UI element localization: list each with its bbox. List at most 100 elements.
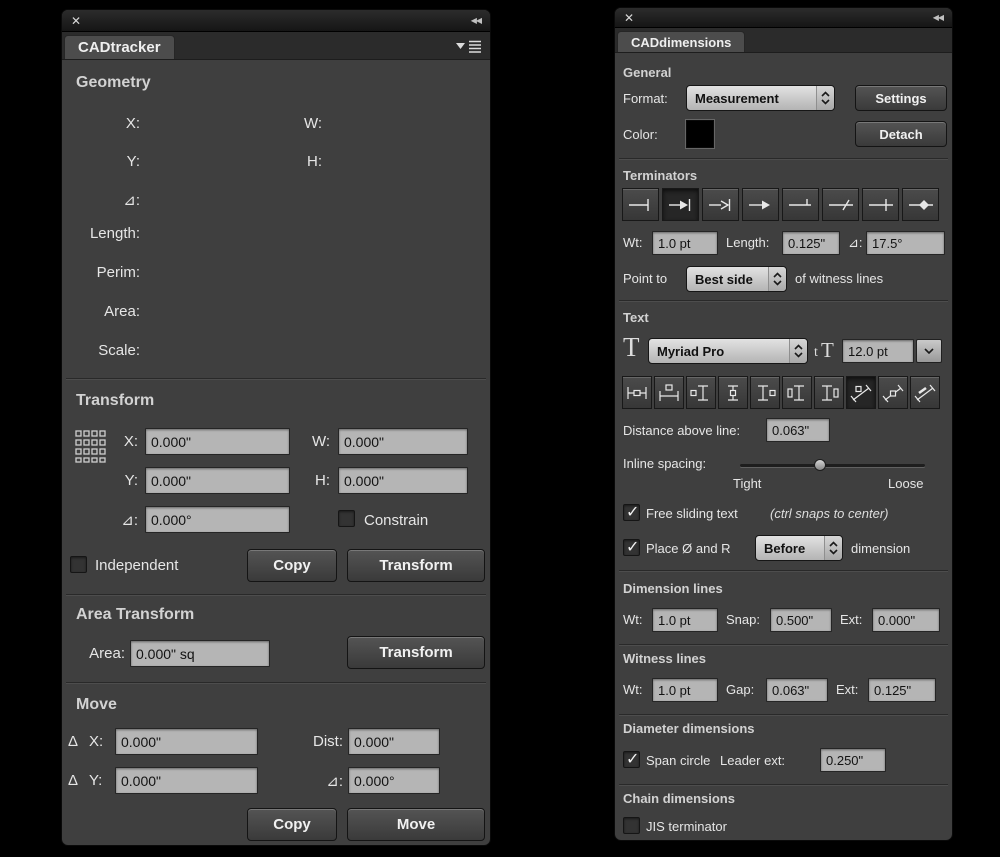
slider-track[interactable] — [740, 464, 925, 467]
format-dropdown[interactable]: Measurement — [686, 85, 835, 111]
text-position-vertical-center-button[interactable] — [718, 376, 748, 409]
area-input[interactable] — [130, 640, 270, 667]
move-dist-label: Dist: — [313, 733, 343, 750]
witness-gap-input[interactable] — [766, 678, 828, 702]
transform-copy-button[interactable]: Copy — [247, 549, 337, 582]
text-position-diagonal-aligned-button[interactable] — [910, 376, 940, 409]
tab-cadtracker[interactable]: CADtracker — [64, 35, 175, 59]
distance-above-line-input[interactable] — [766, 418, 830, 442]
text-position-horizontal-above-button[interactable] — [654, 376, 684, 409]
transform-w-input[interactable] — [338, 428, 468, 455]
point-to-label: Point to — [623, 271, 667, 286]
area-transform-button[interactable]: Transform — [347, 636, 485, 669]
transform-apply-button[interactable]: Transform — [347, 549, 485, 582]
jis-terminator-label: JIS terminator — [646, 819, 727, 834]
font-size-input[interactable] — [842, 339, 914, 363]
dropdown-stepper-icon — [816, 86, 834, 110]
font-dropdown[interactable]: Myriad Pro — [648, 338, 808, 364]
settings-button[interactable]: Settings — [855, 85, 947, 111]
move-dist-input[interactable] — [348, 728, 440, 755]
move-copy-button[interactable]: Copy — [247, 808, 337, 841]
independent-label: Independent — [95, 557, 178, 574]
transform-h-input[interactable] — [338, 467, 468, 494]
transform-x-label: X: — [124, 433, 138, 450]
geometry-section-title: Geometry — [76, 74, 151, 92]
close-icon[interactable]: ✕ — [71, 15, 81, 27]
jis-terminator-checkbox[interactable] — [623, 817, 640, 834]
text-position-diagonal-above-button[interactable] — [846, 376, 876, 409]
area-transform-section-title: Area Transform — [76, 606, 194, 624]
dimension-ext-input[interactable] — [872, 608, 940, 632]
move-angle-input[interactable] — [348, 767, 440, 794]
point-to-suffix-label: of witness lines — [795, 271, 883, 286]
terminator-length-input[interactable] — [782, 231, 840, 255]
place-diameter-checkbox[interactable] — [623, 539, 640, 556]
text-position-diagonal-inline-button[interactable] — [878, 376, 908, 409]
independent-checkbox[interactable] — [70, 556, 87, 573]
divider — [619, 714, 948, 715]
delta-icon: Δ — [68, 733, 78, 750]
general-section-title: General — [623, 65, 671, 80]
inline-spacing-slider[interactable] — [740, 458, 925, 472]
color-swatch[interactable] — [686, 120, 714, 148]
terminator-filled-arrow-button[interactable] — [742, 188, 779, 221]
collapse-icon[interactable]: ◀◀ — [933, 14, 943, 22]
text-position-vertical-rotated-left-button[interactable] — [782, 376, 812, 409]
detach-button[interactable]: Detach — [855, 121, 947, 147]
move-button[interactable]: Move — [347, 808, 485, 841]
leader-ext-input[interactable] — [820, 748, 886, 772]
place-diameter-label: Place Ø and R — [646, 541, 731, 556]
inline-spacing-thumb[interactable] — [814, 459, 826, 471]
move-y-input[interactable] — [115, 767, 258, 794]
reference-point-grid-icon[interactable] — [75, 430, 107, 463]
terminator-cross-tick-button[interactable] — [862, 188, 899, 221]
cadtracker-titlebar: ✕ ◀◀ — [62, 10, 490, 32]
terminator-wt-label: Wt: — [623, 235, 643, 250]
leader-ext-label: Leader ext: — [720, 753, 785, 768]
transform-y-input[interactable] — [145, 467, 290, 494]
format-value: Measurement — [695, 91, 779, 106]
tight-label: Tight — [733, 476, 761, 491]
terminator-oblique-tick-button[interactable] — [822, 188, 859, 221]
free-sliding-text-checkbox[interactable] — [623, 504, 640, 521]
span-circle-checkbox[interactable] — [623, 751, 640, 768]
text-position-vertical-rotated-right-button[interactable] — [814, 376, 844, 409]
terminator-open-arrow-to-bar-button[interactable] — [702, 188, 739, 221]
witness-ext-input[interactable] — [868, 678, 936, 702]
move-x-input[interactable] — [115, 728, 258, 755]
witness-wt-input[interactable] — [652, 678, 718, 702]
terminator-filled-arrow-to-bar-button[interactable] — [662, 188, 699, 221]
constrain-checkbox[interactable] — [338, 510, 355, 527]
dropdown-stepper-icon — [789, 339, 807, 363]
terminator-tick-end-button[interactable] — [622, 188, 659, 221]
geometry-perim-label: Perim: — [97, 264, 140, 281]
diameter-dimensions-section-title: Diameter dimensions — [623, 721, 755, 736]
terminator-angle-input[interactable] — [866, 231, 945, 255]
tab-caddimensions[interactable]: CADdimensions — [617, 31, 745, 52]
ctrl-snaps-note: (ctrl snaps to center) — [770, 506, 889, 521]
geometry-y-label: Y: — [127, 153, 140, 170]
point-to-dropdown[interactable]: Best side — [686, 266, 787, 292]
text-section-title: Text — [623, 310, 649, 325]
transform-x-input[interactable] — [145, 428, 290, 455]
collapse-icon[interactable]: ◀◀ — [471, 17, 481, 25]
text-position-vertical-left-button[interactable] — [686, 376, 716, 409]
terminator-diamond-dot-button[interactable] — [902, 188, 939, 221]
font-size-dropdown-button[interactable] — [916, 339, 942, 363]
caddimensions-tabbar: CADdimensions — [615, 28, 952, 53]
dimension-wt-input[interactable] — [652, 608, 718, 632]
terminator-wt-input[interactable] — [652, 231, 718, 255]
terminators-section-title: Terminators — [623, 168, 697, 183]
text-position-vertical-right-button[interactable] — [750, 376, 780, 409]
terminator-half-tick-button[interactable] — [782, 188, 819, 221]
transform-angle-input[interactable] — [145, 506, 290, 533]
move-y-label: Y: — [89, 772, 102, 789]
dimension-snap-input[interactable] — [770, 608, 832, 632]
panel-menu-icon[interactable] — [456, 39, 481, 53]
close-icon[interactable]: ✕ — [624, 12, 634, 24]
text-position-horizontal-inline-button[interactable] — [622, 376, 652, 409]
free-sliding-text-label: Free sliding text — [646, 506, 738, 521]
witness-lines-section-title: Witness lines — [623, 651, 706, 666]
dropdown-stepper-icon — [768, 267, 786, 291]
place-position-dropdown[interactable]: Before — [755, 535, 843, 561]
